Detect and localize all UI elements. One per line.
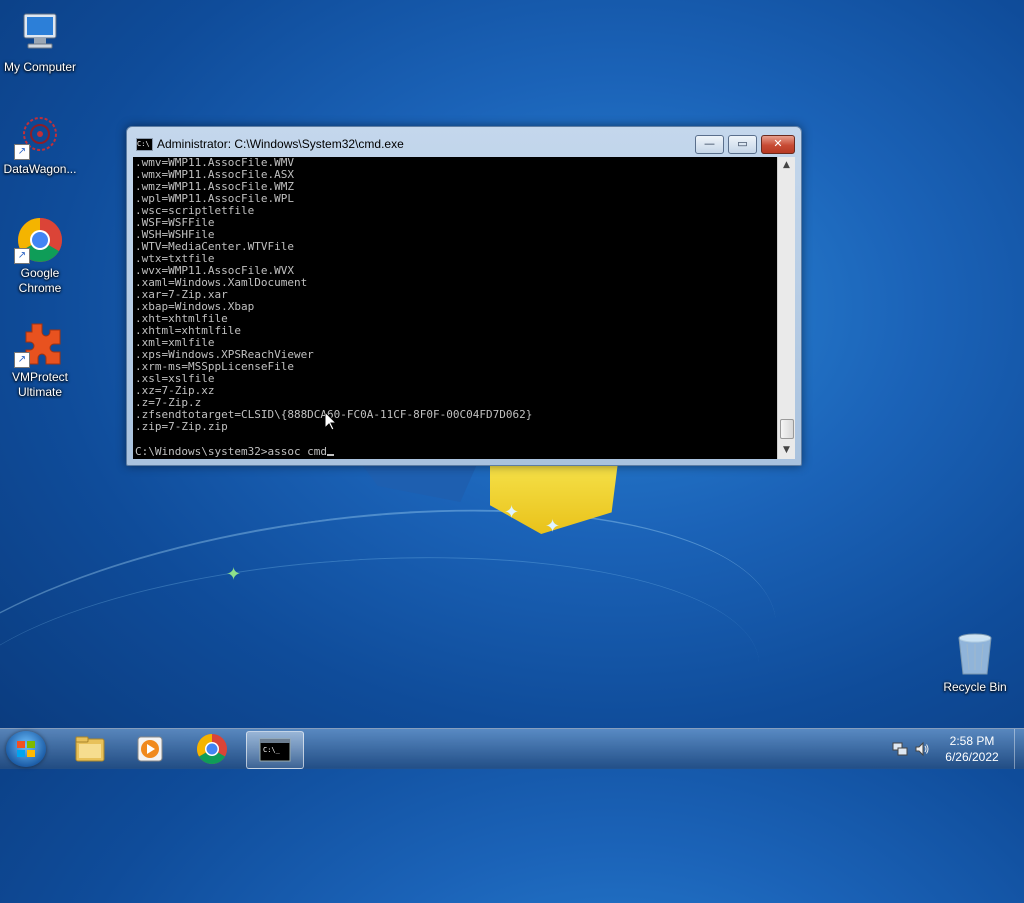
text-cursor: [327, 454, 335, 456]
sparkle-icon: ✦: [504, 502, 520, 523]
start-button[interactable]: [6, 731, 46, 767]
scroll-thumb[interactable]: [780, 419, 794, 439]
shortcut-arrow-icon: ↗: [14, 248, 30, 264]
desktop-icon-recycle-bin[interactable]: Recycle Bin: [935, 630, 1015, 695]
console-line: .WTV=MediaCenter.WTVFile: [135, 240, 294, 253]
window-title: Administrator: C:\Windows\System32\cmd.e…: [157, 137, 404, 151]
prompt-text: C:\Windows\system32>assoc cmd: [135, 445, 328, 458]
minimize-button[interactable]: —: [695, 135, 724, 154]
desktop-icon-label: VMProtect Ultimate: [11, 370, 68, 399]
cmd-window[interactable]: C:\ Administrator: C:\Windows\System32\c…: [126, 126, 802, 466]
desktop-icon-label: Recycle Bin: [943, 680, 1007, 694]
console-text: .wmv=WMP11.AssocFile.WMV .wmx=WMP11.Assoc…: [133, 157, 777, 433]
chrome-icon: [196, 734, 227, 765]
wallpaper-windows-logo: [360, 462, 478, 502]
console-line: .xbap=Windows.Xbap: [135, 300, 255, 313]
mouse-pointer-icon: [324, 410, 338, 435]
window-titlebar[interactable]: C:\ Administrator: C:\Windows\System32\c…: [127, 127, 801, 157]
recycle-bin-icon: [951, 630, 999, 678]
network-icon[interactable]: [892, 741, 908, 757]
console-line: .zfsendtotarget=CLSID\{888DCA60-FC0A-11C…: [135, 408, 533, 421]
console-line: .WSF=WSFFile: [135, 216, 215, 229]
volume-icon[interactable]: [914, 741, 930, 757]
console-line: .xaml=Windows.XamlDocument: [135, 276, 308, 289]
console-icon: C:\: [136, 138, 153, 151]
desktop-icon-label: Google Chrome: [18, 266, 62, 295]
desktop-icon-google-chrome[interactable]: ↗ Google Chrome: [0, 216, 80, 296]
taskbar-media-player-button[interactable]: [122, 731, 178, 767]
console-line: .xrm-ms=MSSppLicenseFile: [135, 360, 294, 373]
desktop-icon-my-computer[interactable]: My Computer: [0, 10, 80, 75]
folder-icon: [75, 736, 105, 762]
console-line: .zip=7-Zip.zip: [135, 420, 228, 433]
sparkle-icon: ✦: [545, 516, 561, 537]
console-output[interactable]: .wmv=WMP11.AssocFile.WMV .wmx=WMP11.Assoc…: [133, 157, 777, 459]
console-line: .xz=7-Zip.xz: [135, 384, 215, 397]
clock-date: 6/26/2022: [945, 750, 999, 764]
command-prompt-line[interactable]: C:\Windows\system32>assoc cmd: [135, 445, 335, 458]
shortcut-arrow-icon: ↗: [14, 352, 30, 368]
media-player-icon: [137, 736, 163, 762]
svg-text:C:\_: C:\_: [263, 746, 281, 754]
taskbar-explorer-button[interactable]: [62, 731, 118, 767]
desktop-icon-vmprotect[interactable]: ↗ VMProtect Ultimate: [0, 320, 80, 400]
scroll-up-button[interactable]: ▲: [778, 157, 795, 174]
taskbar-clock[interactable]: 2:58 PM 6/26/2022: [936, 733, 1008, 765]
clock-time: 2:58 PM: [949, 734, 995, 748]
vmprotect-icon: ↗: [14, 320, 64, 368]
sparkle-icon: ✦: [226, 564, 242, 585]
scroll-down-button[interactable]: ▼: [778, 442, 795, 459]
windows-flag-icon: [17, 741, 35, 757]
taskbar-cmd-button[interactable]: C:\_: [246, 731, 304, 769]
maximize-button[interactable]: ▭: [728, 135, 757, 154]
show-desktop-button[interactable]: [1014, 729, 1024, 769]
taskbar: C:\_ 2:58 PM 6/26/2022: [0, 728, 1024, 769]
desktop-icon-label: My Computer: [3, 60, 77, 74]
console-icon: C:\_: [259, 738, 291, 762]
shortcut-arrow-icon: ↗: [14, 144, 30, 160]
datawagon-icon: ↗: [14, 112, 64, 160]
console-line: .xsl=xslfile: [135, 372, 215, 385]
chrome-icon: ↗: [14, 216, 64, 264]
taskbar-chrome-button[interactable]: [184, 731, 240, 767]
close-button[interactable]: ✕: [761, 135, 795, 154]
desktop-icon-datawagon[interactable]: ↗ DataWagon...: [0, 112, 80, 177]
console-line: .wsc=scriptletfile: [135, 204, 255, 217]
vertical-scrollbar[interactable]: ▲ ▼: [777, 157, 795, 459]
console-line: .xhtml=xhtmlfile: [135, 324, 241, 337]
desktop-icon-label: DataWagon...: [3, 162, 77, 176]
computer-icon: [16, 10, 64, 58]
